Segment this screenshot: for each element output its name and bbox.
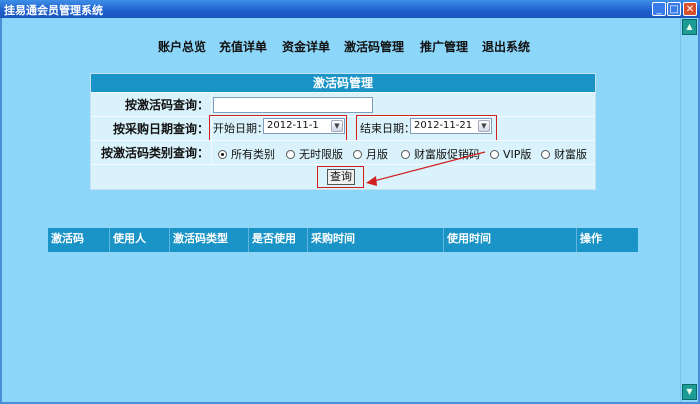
col-header-code: 激活码 bbox=[48, 228, 110, 252]
chevron-down-icon[interactable]: ▼ bbox=[331, 120, 343, 132]
top-nav: 账户总览 充值详单 资金详单 激活码管理 推广管理 退出系统 bbox=[2, 38, 680, 58]
cell-divider bbox=[211, 141, 212, 165]
scroll-up-icon[interactable]: ▲ bbox=[682, 19, 697, 35]
client-area: 账户总览 充值详单 资金详单 激活码管理 推广管理 退出系统 激活码管理 按激活… bbox=[2, 18, 680, 402]
date-query-label: 按采购日期查询： bbox=[112, 122, 209, 136]
cell-divider bbox=[211, 93, 212, 117]
start-date-value: 2012-11-1 bbox=[267, 120, 319, 131]
start-date-highlight: 开始日期： 2012-11-1 ▼ bbox=[209, 115, 347, 141]
query-panel: 激活码管理 按激活码查询： 按采购日期查询： 开始日期： 2012-11-1 ▼… bbox=[90, 73, 596, 190]
end-date-field[interactable]: 2012-11-21 ▼ bbox=[410, 118, 492, 134]
maximize-icon[interactable]: □ bbox=[667, 2, 681, 16]
nav-fund-details[interactable]: 资金详单 bbox=[282, 38, 330, 55]
type-option-all[interactable]: 所有类别 bbox=[218, 146, 275, 162]
radio-icon bbox=[218, 150, 227, 159]
type-option-vip[interactable]: VIP版 bbox=[490, 146, 531, 162]
start-date-label: 开始日期： bbox=[213, 122, 268, 135]
col-header-type: 激活码类型 bbox=[170, 228, 249, 252]
col-header-purchase-time: 采购时间 bbox=[308, 228, 444, 252]
type-option-unlimited[interactable]: 无时限版 bbox=[286, 146, 343, 162]
query-button-row: 查询 bbox=[91, 164, 595, 191]
col-header-use-time: 使用时间 bbox=[444, 228, 577, 252]
panel-title: 激活码管理 bbox=[91, 74, 595, 92]
window-title: 挂易通会员管理系统 bbox=[4, 4, 103, 17]
date-query-row: 按采购日期查询： 开始日期： 2012-11-1 ▼ 结束日期： 2012-11… bbox=[91, 115, 595, 141]
radio-icon bbox=[490, 150, 499, 159]
nav-promotion-management[interactable]: 推广管理 bbox=[420, 38, 468, 55]
col-header-action: 操作 bbox=[580, 232, 602, 245]
query-button[interactable]: 查询 bbox=[327, 169, 355, 185]
code-query-label: 按激活码查询： bbox=[124, 98, 209, 112]
type-query-label: 按激活码类别查询： bbox=[100, 146, 209, 160]
query-button-highlight: 查询 bbox=[317, 166, 364, 188]
start-date-field[interactable]: 2012-11-1 ▼ bbox=[263, 118, 345, 134]
type-option-wealth[interactable]: 财富版 bbox=[541, 146, 587, 162]
end-date-highlight: 结束日期： 2012-11-21 ▼ bbox=[356, 115, 497, 141]
results-table-header: 激活码 使用人 激活码类型 是否使用 采购时间 使用时间 操作 bbox=[48, 228, 638, 252]
nav-account-overview[interactable]: 账户总览 bbox=[158, 38, 206, 55]
type-option-wealth-promo[interactable]: 财富版促销码 bbox=[401, 146, 480, 162]
end-date-value: 2012-11-21 bbox=[414, 120, 473, 131]
code-query-input[interactable] bbox=[213, 97, 373, 113]
chevron-down-icon[interactable]: ▼ bbox=[478, 120, 490, 132]
scroll-down-icon[interactable]: ▼ bbox=[682, 384, 697, 400]
minimize-icon[interactable]: _ bbox=[652, 2, 666, 16]
type-query-row: 按激活码类别查询： 所有类别 无时限版 月版 财富版促销码 VIP版 财富版 bbox=[91, 140, 595, 165]
title-bar: 挂易通会员管理系统 _ □ ✕ bbox=[0, 0, 700, 18]
nav-recharge-details[interactable]: 充值详单 bbox=[219, 38, 267, 55]
col-header-used: 是否使用 bbox=[249, 228, 308, 252]
radio-icon bbox=[353, 150, 362, 159]
vertical-scrollbar[interactable]: ▲ ▼ bbox=[680, 18, 698, 402]
nav-activation-code-management[interactable]: 激活码管理 bbox=[344, 38, 404, 55]
code-query-row: 按激活码查询： bbox=[91, 92, 595, 117]
close-icon[interactable]: ✕ bbox=[683, 2, 697, 16]
type-option-monthly[interactable]: 月版 bbox=[353, 146, 388, 162]
radio-icon bbox=[541, 150, 550, 159]
end-date-label: 结束日期： bbox=[360, 122, 415, 135]
radio-icon bbox=[286, 150, 295, 159]
nav-exit-system[interactable]: 退出系统 bbox=[482, 38, 530, 55]
radio-icon bbox=[401, 150, 410, 159]
col-header-user: 使用人 bbox=[110, 228, 170, 252]
